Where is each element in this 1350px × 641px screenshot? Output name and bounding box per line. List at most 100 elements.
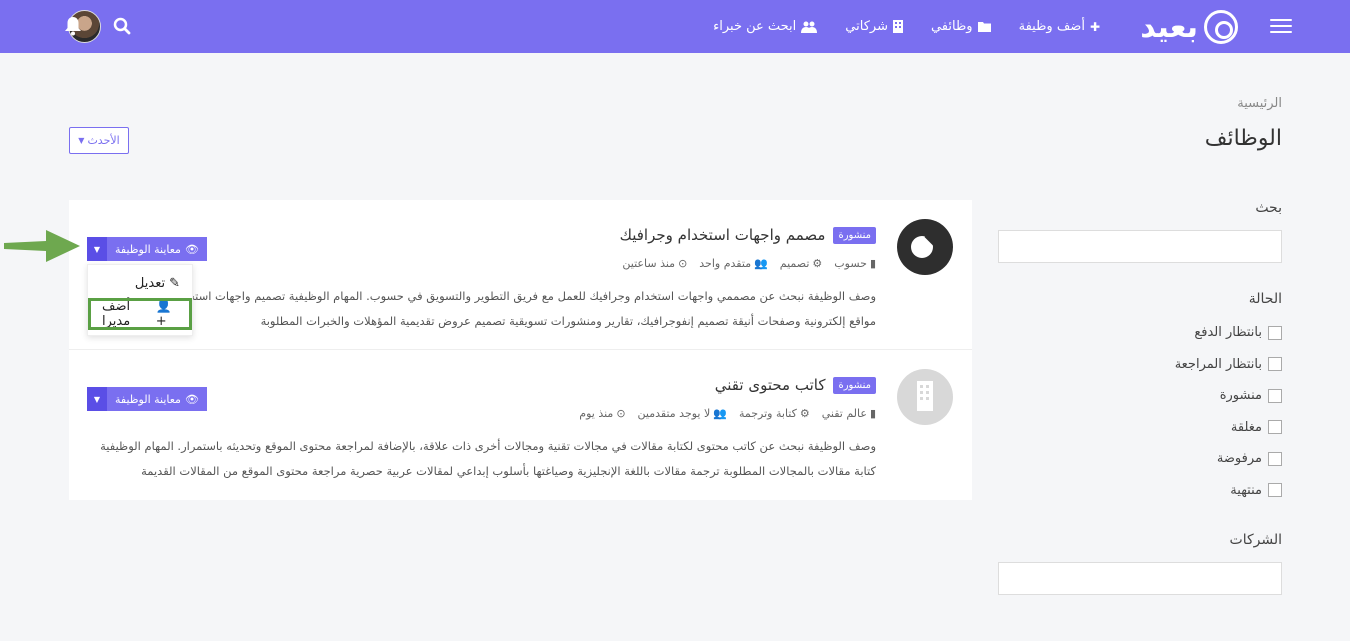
checkbox[interactable] (1268, 388, 1282, 403)
building-icon: ▮ (869, 257, 876, 270)
meta-applicants: 👥 لا يوجد متقدمين (638, 407, 727, 420)
status-rejected[interactable]: مرفوضة (998, 443, 1282, 475)
meta-category[interactable]: ⚙ كتابة وترجمة (739, 407, 810, 420)
meta-applicants-label: متقدم واحد (699, 257, 752, 270)
status-filter-list: بانتظار الدفع بانتظار المراجعة منشورة مغ… (998, 317, 1282, 506)
companies-filter-label: الشركات (1229, 532, 1282, 548)
actions-dropdown-toggle[interactable]: ▼ (87, 387, 107, 411)
nav-find-experts-label: ابحث عن خبراء (713, 19, 797, 34)
status-pending-review[interactable]: بانتظار المراجعة (998, 349, 1282, 381)
company-logo (897, 219, 953, 275)
meta-category-label: كتابة وترجمة (738, 407, 797, 420)
add-manager-label: أضف مديرا (102, 299, 131, 329)
nav-find-experts[interactable]: ابحث عن خبراء (713, 19, 818, 34)
bell-icon[interactable] (64, 16, 82, 36)
status-badge: منشورة (833, 226, 876, 244)
meta-time: ⊙ منذ ساعتين (622, 257, 687, 270)
status-badge: منشورة (833, 376, 876, 394)
job-description: وصف الوظيفة نبحث عن مصممي واجهات استخدام… (101, 289, 876, 328)
users-icon (801, 21, 818, 33)
logo-mark-icon (1204, 10, 1238, 44)
status-published[interactable]: منشورة (998, 380, 1282, 412)
clock-icon: ⊙ (616, 407, 626, 420)
nav-add-job-label: أضف وظيفة (1018, 19, 1085, 34)
sort-label: الأحدث (87, 134, 120, 147)
menu-icon[interactable] (1270, 15, 1292, 37)
nav-my-jobs-label: وظائفي (930, 19, 973, 34)
pencil-icon: ✎ (169, 275, 180, 291)
users-icon: 👥 (754, 257, 768, 270)
search-icon[interactable] (113, 17, 131, 35)
cogs-icon: ⚙ (812, 257, 823, 270)
caret-down-icon: ▼ (93, 394, 101, 404)
job-header: منشورة مصمم واجهات استخدام وجرافيك (620, 226, 876, 244)
meta-company-label: عالم تقني (821, 407, 867, 420)
status-label: مغلقة (1230, 419, 1262, 435)
site-logo[interactable]: بعيد (1140, 8, 1238, 46)
plus-icon: ✚ (1089, 19, 1100, 34)
status-pending-payment[interactable]: بانتظار الدفع (998, 317, 1282, 349)
annotation-arrow (4, 230, 80, 262)
nav-add-job[interactable]: ✚ أضف وظيفة (1019, 19, 1100, 34)
cogs-icon: ⚙ (799, 407, 810, 420)
companies-input[interactable] (998, 562, 1282, 595)
nav-my-companies[interactable]: شركاتي (845, 19, 903, 34)
search-filter-label: بحث (1255, 200, 1282, 216)
meta-applicants-label: لا يوجد متقدمين (637, 407, 711, 420)
meta-company[interactable]: ▮ عالم تقني (822, 407, 876, 420)
job-actions: ▼ 👁 معاينة الوظيفة (87, 237, 207, 261)
nav-my-companies-label: شركاتي (845, 19, 888, 34)
page-title: الوظائف (1204, 126, 1282, 151)
logo-text: بعيد (1140, 9, 1198, 45)
meta-applicants: 👥 متقدم واحد (699, 257, 768, 270)
meta-time: ⊙ منذ يوم (579, 407, 625, 420)
checkbox[interactable] (1268, 420, 1282, 435)
meta-company-label: حسوب (834, 257, 867, 270)
edit-job-menu-item[interactable]: تعديل ✎ (88, 269, 192, 297)
checkbox[interactable] (1268, 451, 1282, 466)
view-job-button[interactable]: 👁 معاينة الوظيفة (107, 237, 207, 261)
meta-time-label: منذ ساعتين (622, 257, 676, 270)
view-job-label: معاينة الوظيفة (115, 392, 181, 406)
job-actions: ▼ 👁 معاينة الوظيفة (87, 387, 207, 411)
job-title[interactable]: مصمم واجهات استخدام وجرافيك (620, 226, 826, 244)
job-title[interactable]: كاتب محتوى تقني (715, 376, 826, 394)
status-label: بانتظار المراجعة (1174, 356, 1262, 372)
building-icon: ▮ (869, 407, 876, 420)
search-input[interactable] (998, 230, 1282, 263)
breadcrumb[interactable]: الرئيسية (1237, 96, 1282, 111)
job-description: وصف الوظيفة نبحث عن كاتب محتوى لكتابة مق… (100, 439, 876, 478)
job-header: منشورة كاتب محتوى تقني (715, 376, 876, 394)
actions-dropdown-toggle[interactable]: ▼ (87, 237, 107, 261)
job-meta: ▮ عالم تقني ⚙ كتابة وترجمة 👥 لا يوجد متقدمي… (579, 407, 876, 420)
sort-dropdown-button[interactable]: الأحدث ▼ (69, 127, 129, 154)
checkbox[interactable] (1268, 357, 1282, 372)
user-plus-icon: 👤+ (155, 299, 172, 329)
status-closed[interactable]: مغلقة (998, 412, 1282, 444)
top-navbar: بعيد ✚ أضف وظيفة وظائفي شركاتي ابحث عن خ… (0, 0, 1350, 53)
view-job-label: معاينة الوظيفة (115, 242, 181, 256)
eye-icon: 👁 (184, 242, 199, 256)
building-icon (892, 20, 903, 33)
meta-company[interactable]: ▮ حسوب (834, 257, 876, 270)
company-logo (897, 369, 953, 425)
add-manager-menu-item[interactable]: أضف مديرا 👤+ (88, 298, 192, 330)
nav-my-jobs[interactable]: وظائفي (931, 19, 991, 34)
job-card: منشورة كاتب محتوى تقني ▮ عالم تقني ⚙ كتابة… (69, 350, 972, 500)
folder-icon (977, 22, 991, 32)
status-filter-label: الحالة (1248, 291, 1282, 307)
status-expired[interactable]: منتهية (998, 475, 1282, 507)
status-label: منتهية (1230, 482, 1262, 498)
filters-sidebar: بحث الحالة بانتظار الدفع بانتظار المراجع… (998, 200, 1282, 595)
meta-category[interactable]: ⚙ تصميم (780, 257, 822, 270)
job-list: منشورة مصمم واجهات استخدام وجرافيك ▮ حسوب… (69, 200, 972, 500)
checkbox[interactable] (1268, 483, 1282, 498)
status-label: منشورة (1219, 388, 1262, 404)
clock-icon: ⊙ (678, 257, 688, 270)
checkbox[interactable] (1268, 325, 1282, 340)
view-job-button[interactable]: 👁 معاينة الوظيفة (107, 387, 207, 411)
status-label: بانتظار الدفع (1194, 325, 1262, 341)
edit-label: تعديل (134, 275, 166, 291)
caret-down-icon: ▼ (93, 244, 101, 254)
building-placeholder-icon (917, 381, 933, 411)
